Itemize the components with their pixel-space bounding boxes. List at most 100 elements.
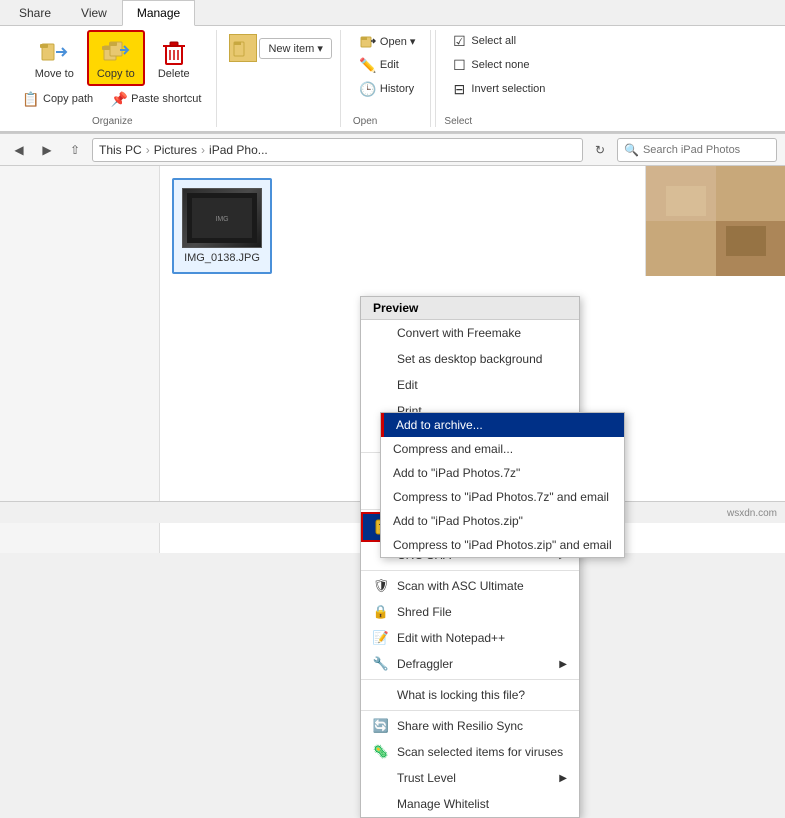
defrag-icon: 🔧 <box>373 656 389 672</box>
trust-icon <box>373 770 389 786</box>
file-item[interactable]: IMG IMG_0138.JPG <box>172 178 272 274</box>
sep-4 <box>361 679 579 680</box>
context-item-defrag[interactable]: 🔧 Defraggler ▶ <box>361 651 579 677</box>
forward-button[interactable]: ▶ <box>36 139 58 161</box>
open-button[interactable]: Open ▾ <box>353 30 423 52</box>
ribbon-group-open: Open ▾ ✏️ Edit 🕒 History Open <box>345 30 432 127</box>
back-button[interactable]: ◀ <box>8 139 30 161</box>
open-icon <box>360 33 376 49</box>
submenu-7zip: Add to archive... Compress and email... … <box>380 412 625 558</box>
file-area: IMG IMG_0138.JPG Preview <box>160 166 785 553</box>
tab-view[interactable]: View <box>66 0 122 25</box>
main-content: IMG IMG_0138.JPG Preview <box>0 166 785 553</box>
watermark: wsxdn.com <box>727 508 777 519</box>
paste-shortcut-icon: 📌 <box>111 91 127 107</box>
copy-path-icon: 📋 <box>23 91 39 107</box>
sep-5 <box>361 710 579 711</box>
asc-icon: 🛡 <box>373 578 389 594</box>
context-item-locking[interactable]: What is locking this file? <box>361 682 579 708</box>
select-all-button[interactable]: ☑ Select all <box>444 30 552 52</box>
search-input[interactable] <box>643 144 770 156</box>
edit-button[interactable]: ✏️ Edit <box>353 54 423 76</box>
compress-zip-email-label: Compress to "iPad Photos.zip" and email <box>393 538 612 552</box>
asc-label: Scan with ASC Ultimate <box>397 579 524 593</box>
context-menu-header: Preview <box>361 297 579 320</box>
sep-3 <box>361 570 579 571</box>
new-item-label: New item ▾ <box>268 42 322 55</box>
move-to-label: Move to <box>35 68 74 80</box>
notepad-icon: 📝 <box>373 630 389 646</box>
shred-label: Shred File <box>397 605 452 619</box>
copy-path-label: Copy path <box>43 93 93 105</box>
svg-text:IMG: IMG <box>215 216 228 223</box>
context-item-desktop-bg[interactable]: Set as desktop background <box>361 346 579 372</box>
invert-selection-button[interactable]: ⊟ Invert selection <box>444 78 552 100</box>
invert-selection-icon: ⊟ <box>451 81 467 97</box>
paste-shortcut-button[interactable]: 📌 Paste shortcut <box>104 88 208 110</box>
context-item-convert[interactable]: Convert with Freemake <box>361 320 579 346</box>
move-to-icon <box>38 36 70 68</box>
submenu-compress-zip-email[interactable]: Compress to "iPad Photos.zip" and email <box>381 533 624 557</box>
copy-to-icon <box>100 36 132 68</box>
paste-shortcut-label: Paste shortcut <box>131 93 201 105</box>
refresh-button[interactable]: ↻ <box>589 139 611 161</box>
locking-icon <box>373 687 389 703</box>
new-item-button[interactable]: New item ▾ <box>259 38 331 59</box>
add-archive-label: Add to archive... <box>396 418 483 432</box>
delete-button[interactable]: Delete <box>149 31 199 85</box>
select-none-button[interactable]: ☐ Select none <box>444 54 552 76</box>
right-thumb-image <box>646 166 785 276</box>
context-item-whitelist[interactable]: Manage Whitelist <box>361 791 579 817</box>
path-this-pc[interactable]: This PC <box>99 143 142 157</box>
invert-selection-label: Invert selection <box>471 83 545 95</box>
submenu-compress-7z-email[interactable]: Compress to "iPad Photos.7z" and email <box>381 485 624 509</box>
move-to-button[interactable]: Move to <box>26 31 83 85</box>
ribbon-group-new: New item ▾ <box>221 30 340 127</box>
submenu-compress-email[interactable]: Compress and email... <box>381 437 624 461</box>
context-item-shred[interactable]: 🔒 Shred File <box>361 599 579 625</box>
context-item-resilio[interactable]: 🔄 Share with Resilio Sync <box>361 713 579 739</box>
convert-icon <box>373 325 389 341</box>
file-name-label: IMG_0138.JPG <box>184 252 260 264</box>
select-group-label: Select <box>444 112 552 127</box>
history-button[interactable]: 🕒 History <box>353 78 423 100</box>
resilio-icon: 🔄 <box>373 718 389 734</box>
submenu-add-archive[interactable]: Add to archive... <box>381 413 624 437</box>
add-7z-label: Add to "iPad Photos.7z" <box>393 466 520 480</box>
select-none-icon: ☐ <box>451 57 467 73</box>
context-item-edit[interactable]: Edit <box>361 372 579 398</box>
defrag-arrow: ▶ <box>559 659 567 670</box>
select-none-label: Select none <box>471 59 529 71</box>
edit-ctx-icon <box>373 377 389 393</box>
search-icon: 🔍 <box>624 143 639 157</box>
right-thumbnail <box>645 166 785 276</box>
submenu-add-zip[interactable]: Add to "iPad Photos.zip" <box>381 509 624 533</box>
select-all-icon: ☑ <box>451 33 467 49</box>
up-button[interactable]: ⇧ <box>64 139 86 161</box>
context-item-scan-virus[interactable]: 🦠 Scan selected items for viruses <box>361 739 579 765</box>
locking-label: What is locking this file? <box>397 688 525 702</box>
open-label: Open ▾ <box>380 35 416 48</box>
submenu-add-7z[interactable]: Add to "iPad Photos.7z" <box>381 461 624 485</box>
path-ipad-photos[interactable]: iPad Pho... <box>209 143 268 157</box>
edit-icon: ✏️ <box>360 57 376 73</box>
copy-to-button[interactable]: Copy to <box>87 30 145 86</box>
resilio-label: Share with Resilio Sync <box>397 719 523 733</box>
history-label: History <box>380 83 414 95</box>
tab-share[interactable]: Share <box>4 0 66 25</box>
ribbon-clipboard-small: 📋 Copy path 📌 Paste shortcut <box>16 88 208 110</box>
search-box[interactable]: 🔍 <box>617 138 777 162</box>
tab-manage[interactable]: Manage <box>122 0 195 26</box>
context-item-asc[interactable]: 🛡 Scan with ASC Ultimate <box>361 573 579 599</box>
notepad-label: Edit with Notepad++ <box>397 631 505 645</box>
delete-label: Delete <box>158 68 190 80</box>
edit-ctx-label: Edit <box>397 378 418 392</box>
copy-path-button[interactable]: 📋 Copy path <box>16 88 100 110</box>
context-item-notepad[interactable]: 📝 Edit with Notepad++ <box>361 625 579 651</box>
scan-virus-icon: 🦠 <box>373 744 389 760</box>
edit-label: Edit <box>380 59 399 71</box>
compress-7z-email-label: Compress to "iPad Photos.7z" and email <box>393 490 609 504</box>
address-path[interactable]: This PC › Pictures › iPad Pho... <box>92 138 583 162</box>
context-item-trust[interactable]: Trust Level ▶ <box>361 765 579 791</box>
path-pictures[interactable]: Pictures <box>154 143 197 157</box>
